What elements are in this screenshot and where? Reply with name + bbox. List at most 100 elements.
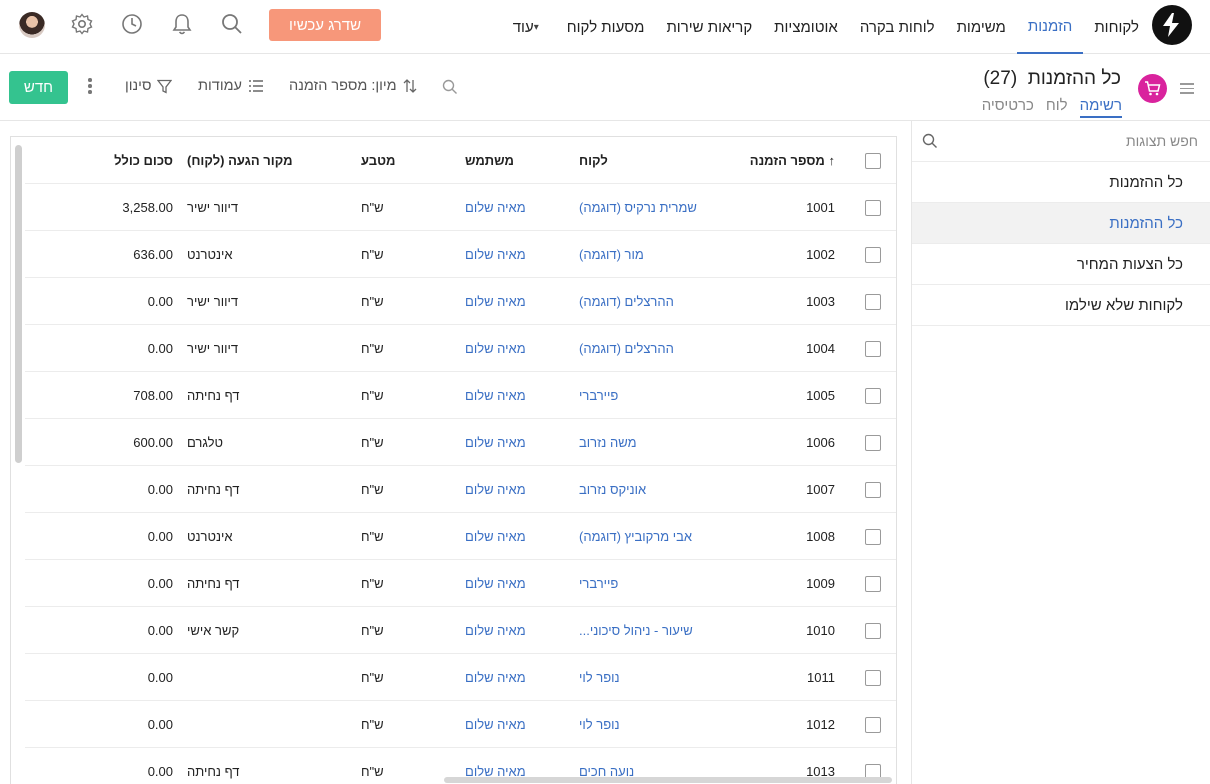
user-link[interactable]: מאיה שלום [465,701,575,748]
total-cell: 636.00 [133,247,173,262]
row-checkbox[interactable] [865,419,881,466]
column-header-customer[interactable]: לקוח [579,137,709,184]
search-icon[interactable] [220,12,244,36]
tab-board[interactable]: לוח [1046,97,1068,118]
row-checkbox[interactable] [865,184,881,231]
view-item-unpaid-customers[interactable]: לקוחות שלא שילמו [912,285,1210,326]
table-search-icon[interactable] [442,79,458,100]
customer-link[interactable]: מור (דוגמה) [579,231,709,278]
customer-link[interactable]: אבי מרקוביץ (דוגמה) [579,513,709,560]
column-header-source[interactable]: מקור הגעה (לקוח) [187,137,307,184]
row-checkbox[interactable] [865,231,881,278]
order-number-cell: 1005 [806,388,835,403]
user-link[interactable]: מאיה שלום [465,419,575,466]
currency-cell: ש"ח [361,294,384,309]
currency-cell: ש"ח [361,623,384,638]
customer-link[interactable]: נופר לוי [579,701,709,748]
sort-button[interactable]: מיון: מספר הזמנה [289,78,417,94]
table-row[interactable]: 1001 שמרית נרקיס (דוגמה) מאיה שלום ש"ח דיוור… [25,184,896,231]
nav-tab-customers[interactable]: לקוחות [1083,0,1150,54]
user-link[interactable]: מאיה שלום [465,278,575,325]
row-checkbox[interactable] [865,607,881,654]
order-number-cell: 1002 [806,247,835,262]
table-row[interactable]: 1007 אוניקס נזרוב מאיה שלום ש"ח דף נחיתה 0.00 [25,466,896,513]
user-link[interactable]: מאיה שלום [465,466,575,513]
currency-cell: ש"ח [361,717,384,732]
row-checkbox[interactable] [865,654,881,701]
table-row[interactable]: 1008 אבי מרקוביץ (דוגמה) מאיה שלום ש"ח אינטר… [25,513,896,560]
order-number-cell: 1009 [806,576,835,591]
row-checkbox[interactable] [865,325,881,372]
row-checkbox[interactable] [865,466,881,513]
column-header-total[interactable]: סכום כולל [63,137,173,184]
horizontal-scrollbar[interactable] [444,777,892,783]
table-row[interactable]: 1009 פיירברי מאיה שלום ש"ח דף נחיתה 0.00 [25,560,896,607]
nav-tab-dashboards[interactable]: לוחות בקרה [849,0,946,54]
table-row[interactable]: 1003 ההרצלים (דוגמה) מאיה שלום ש"ח דיוור ישי… [25,278,896,325]
source-cell: דיוור ישיר [187,294,239,309]
customer-link[interactable]: משה נזרוב [579,419,709,466]
currency-cell: ש"ח [361,200,384,215]
avatar[interactable] [19,12,45,38]
columns-button[interactable]: עמודות [198,78,264,94]
select-all-checkbox[interactable] [865,137,881,184]
upgrade-button[interactable]: שדרג עכשיו [269,9,381,41]
user-link[interactable]: מאיה שלום [465,654,575,701]
customer-link[interactable]: שמרית נרקיס (דוגמה) [579,184,709,231]
kebab-icon[interactable] [86,78,94,96]
table-row[interactable]: 1005 פיירברי מאיה שלום ש"ח דף נחיתה 708.00 [25,372,896,419]
row-checkbox[interactable] [865,701,881,748]
sort-icon [403,79,417,93]
tab-card[interactable]: כרטיסיה [982,97,1034,118]
user-link[interactable]: מאיה שלום [465,184,575,231]
column-header-order-number[interactable]: מספר הזמנה ↑ [715,137,835,184]
nav-tab-orders[interactable]: הזמנות [1016,0,1084,54]
view-item-label: כל ההזמנות [1109,214,1183,232]
nav-tab-more[interactable]: עוד ▾ [502,0,556,54]
customer-link[interactable]: אוניקס נזרוב [579,466,709,513]
customer-link[interactable]: ההרצלים (דוגמה) [579,325,709,372]
table-row[interactable]: 1002 מור (דוגמה) מאיה שלום ש"ח אינטרנט 636.00 [25,231,896,278]
customer-link[interactable]: פיירברי [579,560,709,607]
bell-icon[interactable] [170,12,194,36]
row-checkbox[interactable] [865,278,881,325]
tab-list[interactable]: רשימה [1079,97,1122,118]
views-search [912,121,1210,162]
row-checkbox[interactable] [865,372,881,419]
table-row[interactable]: 1010 שיעור - ניהול סיכוני... מאיה שלום ש"ח ק… [25,607,896,654]
new-order-button[interactable]: חדש [9,71,68,104]
user-link[interactable]: מאיה שלום [465,607,575,654]
column-header-currency[interactable]: מטבע [361,137,441,184]
nav-tab-automations[interactable]: אוטומציות [763,0,849,54]
nav-tab-service-tickets[interactable]: קריאות שירות [655,0,763,54]
view-item-all-orders[interactable]: כל ההזמנות [912,162,1210,203]
vertical-scrollbar[interactable] [15,145,22,463]
customer-link[interactable]: שיעור - ניהול סיכוני... [579,607,709,654]
view-item-all-orders-active[interactable]: כל ההזמנות [912,203,1210,244]
logo-icon[interactable] [1152,5,1192,45]
clock-icon[interactable] [120,12,144,36]
table-row[interactable]: 1006 משה נזרוב מאיה שלום ש"ח טלגרם 600.00 [25,419,896,466]
user-link[interactable]: מאיה שלום [465,372,575,419]
customer-link[interactable]: ההרצלים (דוגמה) [579,278,709,325]
column-header-user[interactable]: משתמש [465,137,575,184]
view-item-all-quotes[interactable]: כל הצעות המחיר [912,244,1210,285]
user-link[interactable]: מאיה שלום [465,560,575,607]
table-row[interactable]: 1011 נופר לוי מאיה שלום ש"ח 0.00 [25,654,896,701]
views-search-input[interactable] [948,129,1198,153]
user-link[interactable]: מאיה שלום [465,513,575,560]
nav-tab-customer-journeys[interactable]: מסעות לקוח [556,0,656,54]
nav-tab-tasks[interactable]: משימות [946,0,1017,54]
user-link[interactable]: מאיה שלום [465,231,575,278]
total-cell: 0.00 [147,341,173,356]
table-row[interactable]: 1004 ההרצלים (דוגמה) מאיה שלום ש"ח דיוור ישי… [25,325,896,372]
user-link[interactable]: מאיה שלום [465,325,575,372]
row-checkbox[interactable] [865,560,881,607]
menu-icon[interactable] [1180,83,1194,97]
row-checkbox[interactable] [865,513,881,560]
table-row[interactable]: 1012 נופר לוי מאיה שלום ש"ח 0.00 [25,701,896,748]
customer-link[interactable]: פיירברי [579,372,709,419]
customer-link[interactable]: נופר לוי [579,654,709,701]
gear-icon[interactable] [70,12,94,36]
filter-button[interactable]: סינון [125,78,173,94]
